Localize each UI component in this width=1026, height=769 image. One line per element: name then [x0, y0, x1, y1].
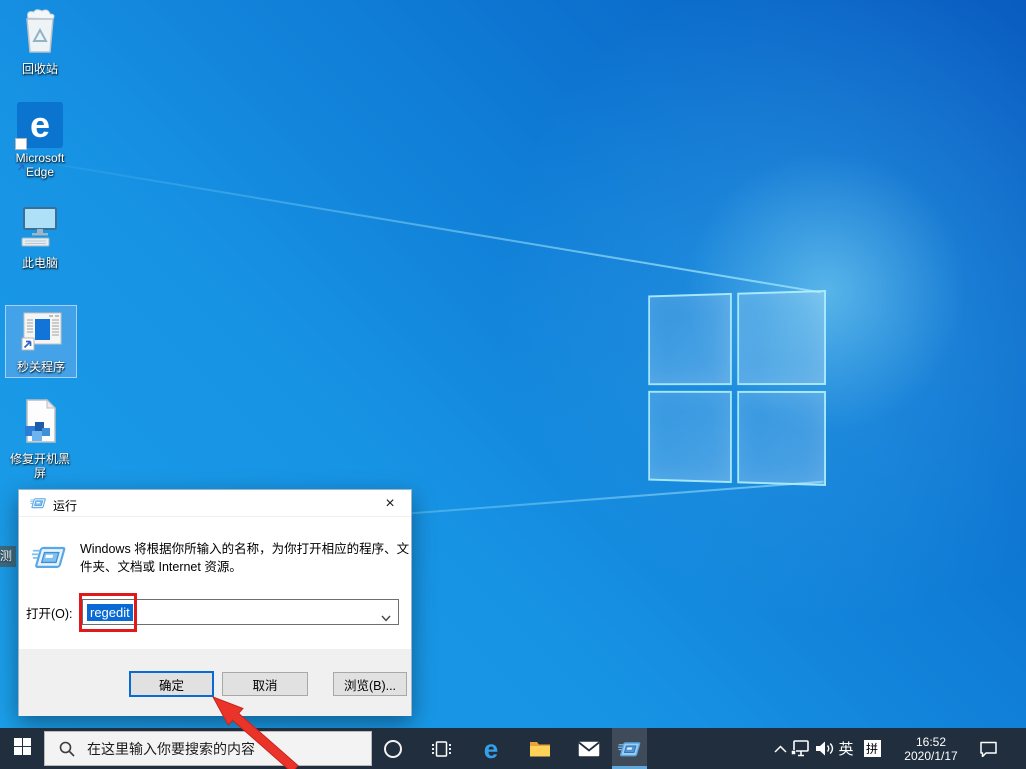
desktop-icon-recycle-bin[interactable]: 回收站 — [6, 8, 74, 76]
logo-pane — [737, 290, 826, 385]
browse-button[interactable]: 浏览(B)... — [333, 672, 407, 696]
desktop-icon-label: 修复开机黑屏 — [6, 452, 74, 480]
task-view-button[interactable] — [427, 728, 455, 769]
desktop-icon-this-pc[interactable]: 此电脑 — [6, 206, 74, 270]
desktop-icon-xiufu-kaiji-heiping[interactable]: 修复开机黑屏 — [6, 398, 74, 480]
mail-button[interactable] — [574, 728, 604, 769]
ime-mode-label: 拼 — [864, 740, 881, 757]
speaker-icon — [815, 741, 835, 756]
run-icon — [32, 540, 68, 574]
task-view-icon — [432, 741, 451, 757]
desktop-icon-label: 此电脑 — [22, 256, 58, 270]
run-app-taskbar-button[interactable] — [612, 728, 647, 769]
desktop-icon-microsoft-edge[interactable]: e Microsoft Edge — [6, 102, 74, 179]
tray-date: 2020/1/17 — [904, 749, 957, 763]
taskbar: e — [0, 728, 1026, 769]
run-dialog-description: Windows 将根据你所输入的名称，为你打开相应的程序、文件夹、文档或 Int… — [80, 540, 412, 576]
start-button[interactable] — [0, 728, 45, 769]
folder-icon — [529, 740, 551, 757]
dialog-title: 运行 — [53, 497, 77, 514]
run-icon — [30, 495, 47, 511]
search-icon — [59, 741, 75, 757]
shortcut-arrow-icon — [15, 138, 27, 150]
close-button[interactable]: × — [369, 490, 411, 517]
run-dialog-titlebar[interactable]: 运行 × — [19, 490, 411, 517]
volume-button[interactable] — [813, 728, 836, 769]
desktop-icon-partially-hidden[interactable]: 测 — [0, 546, 16, 567]
desktop-icon-miaoguan-chengxu[interactable]: 秒关程序 — [5, 305, 77, 378]
desktop-icon-label: 秒关程序 — [17, 360, 65, 374]
cortana-button[interactable] — [379, 728, 407, 769]
desktop-icon-label: 回收站 — [22, 62, 58, 76]
run-icon — [618, 738, 642, 760]
windows-wallpaper-logo — [648, 290, 826, 486]
action-center-icon — [979, 741, 998, 757]
annotation-arrow — [190, 650, 310, 769]
tray-time: 16:52 — [916, 735, 946, 749]
clock[interactable]: 16:52 2020/1/17 — [892, 728, 970, 769]
this-pc-icon — [18, 206, 62, 253]
ime-language-button[interactable]: 英 — [834, 728, 858, 769]
file-explorer-button[interactable] — [525, 728, 555, 769]
network-icon — [791, 740, 812, 757]
logo-pane — [648, 391, 732, 483]
desktop-icon-label: 测 — [0, 549, 12, 563]
desktop: 回收站 e Microsoft Edge 此电脑 — [0, 0, 1026, 769]
show-hidden-icons-button[interactable] — [769, 728, 791, 769]
wallpaper-ray — [0, 154, 821, 293]
registry-file-icon — [21, 398, 59, 449]
program-window-icon — [18, 310, 64, 357]
ok-button-label: 确定 — [159, 675, 184, 694]
cortana-icon — [384, 740, 402, 758]
recycle-bin-icon — [20, 8, 60, 59]
browse-button-label: 浏览(B)... — [344, 675, 396, 694]
chevron-up-icon — [774, 745, 787, 753]
ime-language-label: 英 — [838, 738, 853, 759]
network-button[interactable] — [789, 728, 813, 769]
logo-pane — [648, 293, 732, 385]
close-icon: × — [385, 495, 394, 513]
windows-logo-icon — [14, 738, 31, 760]
open-label: 打开(O): — [26, 603, 73, 622]
edge-icon: e — [484, 736, 498, 762]
action-center-button[interactable] — [975, 728, 1001, 769]
ime-mode-button[interactable]: 拼 — [861, 728, 883, 769]
chevron-down-icon[interactable] — [381, 609, 391, 627]
mail-icon — [578, 741, 600, 757]
logo-pane — [737, 391, 826, 486]
annotation-highlight-box — [79, 593, 137, 632]
edge-icon: e — [17, 102, 63, 148]
edge-taskbar-button[interactable]: e — [477, 728, 505, 769]
